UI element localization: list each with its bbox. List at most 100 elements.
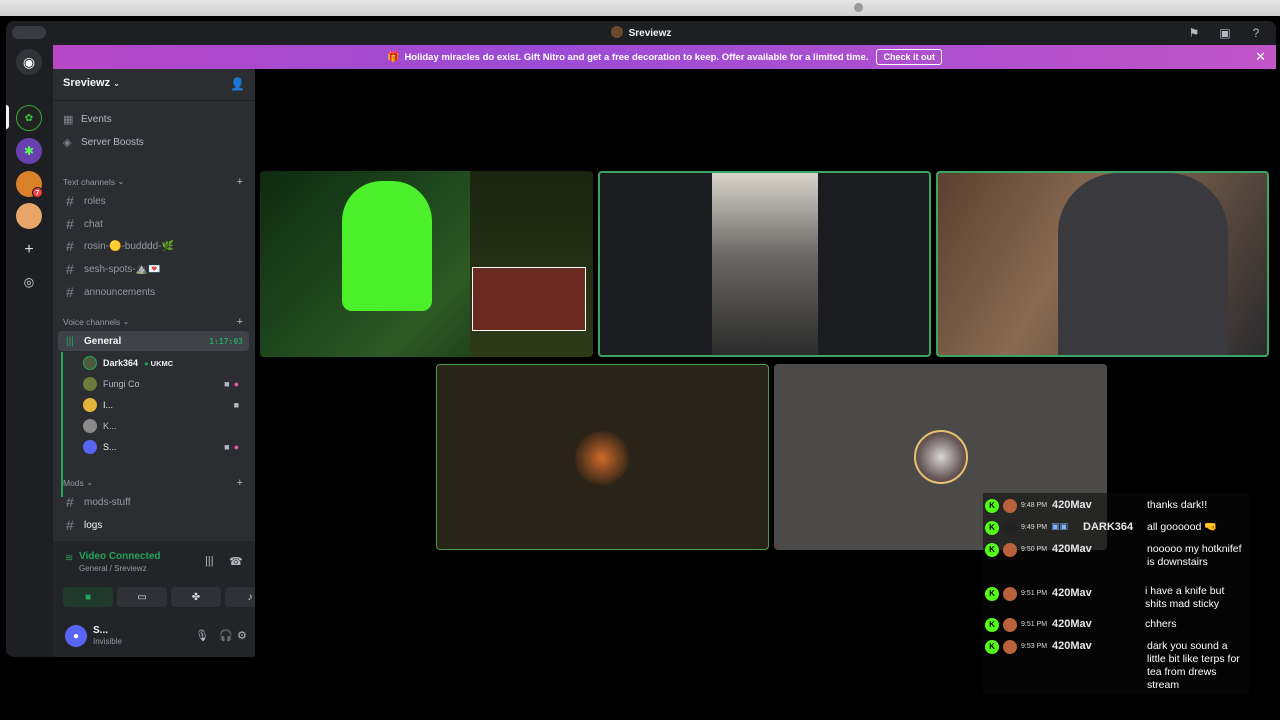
activity-icon: ● xyxy=(233,442,243,452)
settings-icon[interactable]: ⚙ xyxy=(237,629,247,642)
voice-user[interactable]: Fungi Co ■● xyxy=(83,375,249,393)
discord-home-icon[interactable]: ◉ xyxy=(16,49,42,75)
noise-suppression-icon[interactable]: ||| xyxy=(205,555,214,567)
voice-user[interactable]: K... xyxy=(83,417,249,435)
invite-icon[interactable]: 👤 xyxy=(230,77,245,91)
disconnect-icon[interactable]: ☎ xyxy=(229,555,243,568)
kick-icon: K xyxy=(985,499,999,513)
video-tile-speaking[interactable] xyxy=(598,171,931,357)
hash-icon: # xyxy=(66,284,74,300)
voice-user[interactable]: Dark364 ● UKMC xyxy=(83,354,249,372)
kick-icon: K xyxy=(985,640,999,654)
inset-image xyxy=(472,267,586,331)
kick-icon: K xyxy=(985,618,999,632)
channel-sesh-spots[interactable]: # sesh-spots-⛰️💌 xyxy=(58,259,249,279)
avatar xyxy=(1003,521,1017,535)
server-avatar[interactable] xyxy=(16,203,42,229)
avatar-figure xyxy=(342,181,432,311)
server-sreviewz[interactable]: ✿ xyxy=(16,105,42,131)
user-avatar[interactable]: ● xyxy=(65,625,87,647)
video-tile[interactable] xyxy=(260,171,593,357)
hash-icon: # xyxy=(66,517,74,533)
voice-user[interactable]: S... ■● xyxy=(83,438,249,456)
video-tile-speaking[interactable] xyxy=(936,171,1269,357)
hash-icon: # xyxy=(66,261,74,277)
help-icon[interactable]: ? xyxy=(1248,25,1264,41)
avatar xyxy=(1003,587,1017,601)
leaf-icon: ● xyxy=(144,358,149,368)
kick-icon: K xyxy=(985,543,999,557)
activities-button[interactable]: ✤ xyxy=(171,587,221,607)
hash-icon: # xyxy=(66,238,74,254)
server-header[interactable]: Sreviewz ⌄ 👤 xyxy=(53,69,255,101)
category-text-channels[interactable]: Text channels ⌄ + xyxy=(63,176,249,188)
avatar xyxy=(1003,499,1017,513)
participant-avatar xyxy=(914,430,968,484)
hash-icon: # xyxy=(66,193,74,209)
channel-roles[interactable]: # roles xyxy=(58,191,249,211)
microphone-icon[interactable]: 🎙 xyxy=(195,629,209,642)
avatar xyxy=(1003,543,1017,557)
channel-chat[interactable]: # chat xyxy=(58,214,249,234)
macos-menu-bar xyxy=(0,0,1280,16)
notification-badge: 7 xyxy=(32,187,43,198)
channel-mods-stuff[interactable]: # mods-stuff xyxy=(58,492,249,512)
clan-tag: ● UKMC xyxy=(144,358,174,368)
stream-chat-overlay: K 9:48 PM 420Mav thanks dark!! K 9:49 PM ▣▣ DA… xyxy=(983,493,1249,693)
status-icons: ■● xyxy=(224,442,243,452)
server-rail: ◉ ✿ ✱ 7 + ◎ xyxy=(6,45,52,657)
channel-logs[interactable]: # logs xyxy=(58,515,249,535)
voice-channel-general[interactable]: ||| General 1:17:03 xyxy=(58,331,249,351)
hash-icon: # xyxy=(66,216,74,232)
server-icon xyxy=(610,26,623,38)
server-boosts-item[interactable]: ◈ Server Boosts xyxy=(63,132,249,152)
title-bar: Sreviewz ⚑ ▣ ? xyxy=(6,21,1276,45)
boost-icon: ◈ xyxy=(63,136,72,149)
camera-button[interactable]: ■ xyxy=(63,587,113,607)
inbox-icon[interactable]: ▣ xyxy=(1217,25,1233,41)
kick-icon: K xyxy=(985,521,999,535)
badge-icons: ▣▣ xyxy=(1051,521,1069,531)
video-feed xyxy=(712,173,818,355)
voice-panel: ≋ Video Connected General / Sreviewz |||… xyxy=(53,541,275,657)
add-channel-icon[interactable]: + xyxy=(237,316,243,328)
video-icon: ■ xyxy=(224,442,234,452)
call-timer: 1:17:03 xyxy=(209,336,243,346)
channel-rosin[interactable]: # rosin-🟡-budddd-🌿 xyxy=(58,236,249,256)
call-buttons: ■ ▭ ✤ ♪ xyxy=(63,587,275,607)
category-mods[interactable]: Mods ⌄ + xyxy=(63,477,249,489)
banner-text: Holiday miracles do exist. Gift Nitro an… xyxy=(404,51,869,63)
server-leaf[interactable]: ✱ xyxy=(16,138,42,164)
channel-announcements[interactable]: # announcements xyxy=(58,282,249,302)
gift-icon: 🎁 xyxy=(386,51,400,63)
camera-indicator xyxy=(854,3,863,12)
user-panel: ● S... Invisible 🎙 🎧 ⚙ xyxy=(61,621,249,651)
audio-tile[interactable] xyxy=(436,364,769,550)
check-it-out-button[interactable]: Check it out xyxy=(876,49,942,65)
explore-icon[interactable]: ◎ xyxy=(16,269,42,295)
hash-icon: # xyxy=(66,494,74,510)
calendar-icon: ▦ xyxy=(63,113,74,126)
participant-avatar xyxy=(575,431,629,485)
avatar xyxy=(83,398,97,412)
add-server-icon[interactable]: + xyxy=(16,237,42,263)
video-feed xyxy=(1058,173,1228,355)
add-channel-icon[interactable]: + xyxy=(237,477,243,489)
window-title: Sreviewz xyxy=(6,26,1276,39)
screen-share-button[interactable]: ▭ xyxy=(117,587,167,607)
category-voice-channels[interactable]: Voice channels ⌄ + xyxy=(63,316,249,328)
activity-icon: ● xyxy=(233,379,243,389)
selected-pill xyxy=(6,105,9,129)
headphones-icon[interactable]: 🎧 xyxy=(219,629,233,642)
add-channel-icon[interactable]: + xyxy=(237,176,243,188)
events-item[interactable]: ▦ Events xyxy=(63,109,249,129)
nitro-banner: 🎁 Holiday miracles do exist. Gift Nitro … xyxy=(53,45,1276,69)
signal-icon[interactable]: ≋ xyxy=(65,553,73,564)
close-icon[interactable]: ✕ xyxy=(1255,49,1266,65)
voice-user[interactable]: I... ■ xyxy=(83,396,249,414)
video-icon: ■ xyxy=(233,400,243,410)
voice-connection: ≋ Video Connected General / Sreviewz xyxy=(65,551,161,573)
flag-icon[interactable]: ⚑ xyxy=(1186,25,1202,41)
kick-icon: K xyxy=(985,587,999,601)
avatar xyxy=(1003,640,1017,654)
